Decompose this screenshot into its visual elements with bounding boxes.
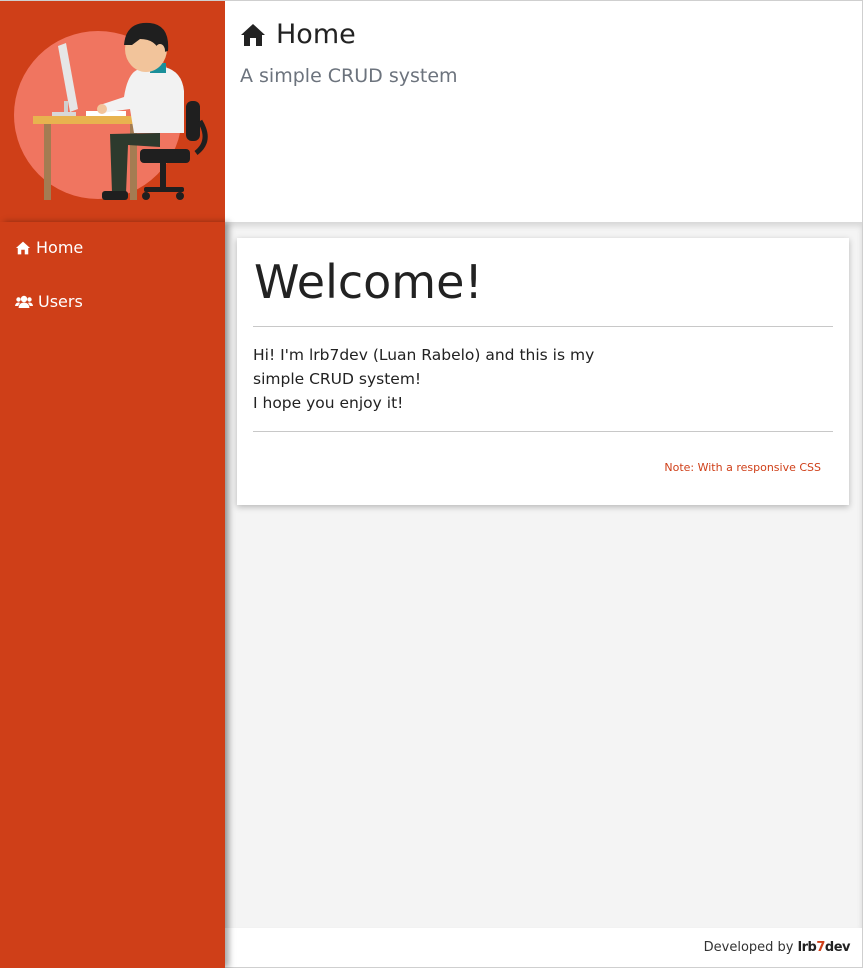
logo bbox=[0, 1, 225, 222]
sidebar-item-label: Home bbox=[36, 238, 84, 257]
header: Home A simple CRUD system bbox=[225, 1, 862, 222]
sidebar-item-label: Users bbox=[38, 292, 83, 311]
users-icon bbox=[15, 295, 33, 309]
welcome-text: Hi! I'm lrb7dev (Luan Rabelo) and this i… bbox=[253, 343, 613, 415]
divider bbox=[253, 431, 833, 432]
brand-logo: lrb7dev bbox=[797, 940, 851, 955]
sidebar: Home Users bbox=[0, 222, 225, 968]
footer-prefix: Developed by bbox=[703, 940, 794, 955]
home-icon bbox=[15, 241, 31, 255]
responsive-note: Note: With a responsive CSS bbox=[664, 461, 821, 474]
welcome-line: simple CRUD system! bbox=[253, 370, 422, 388]
footer: Developed by lrb7dev bbox=[225, 928, 862, 967]
sidebar-item-home[interactable]: Home bbox=[15, 238, 83, 257]
page-title: Home bbox=[240, 19, 356, 50]
welcome-heading: Welcome! bbox=[254, 255, 483, 309]
sidebar-item-users[interactable]: Users bbox=[15, 292, 83, 311]
footer-credit: Developed by lrb7dev bbox=[703, 940, 851, 955]
welcome-line: I hope you enjoy it! bbox=[253, 394, 404, 412]
divider bbox=[253, 326, 833, 327]
brand-part: 7 bbox=[816, 940, 825, 955]
welcome-line: Hi! I'm lrb7dev (Luan Rabelo) and this i… bbox=[253, 346, 595, 364]
main-content: Welcome! Hi! I'm lrb7dev (Luan Rabelo) a… bbox=[225, 222, 862, 928]
page-title-text: Home bbox=[276, 19, 356, 50]
brand-part: lrb bbox=[797, 940, 817, 955]
developer-illustration bbox=[14, 22, 208, 200]
home-icon bbox=[240, 23, 266, 47]
brand-part: dev bbox=[824, 940, 851, 955]
welcome-card: Welcome! Hi! I'm lrb7dev (Luan Rabelo) a… bbox=[237, 238, 849, 505]
page-subtitle: A simple CRUD system bbox=[240, 65, 458, 87]
